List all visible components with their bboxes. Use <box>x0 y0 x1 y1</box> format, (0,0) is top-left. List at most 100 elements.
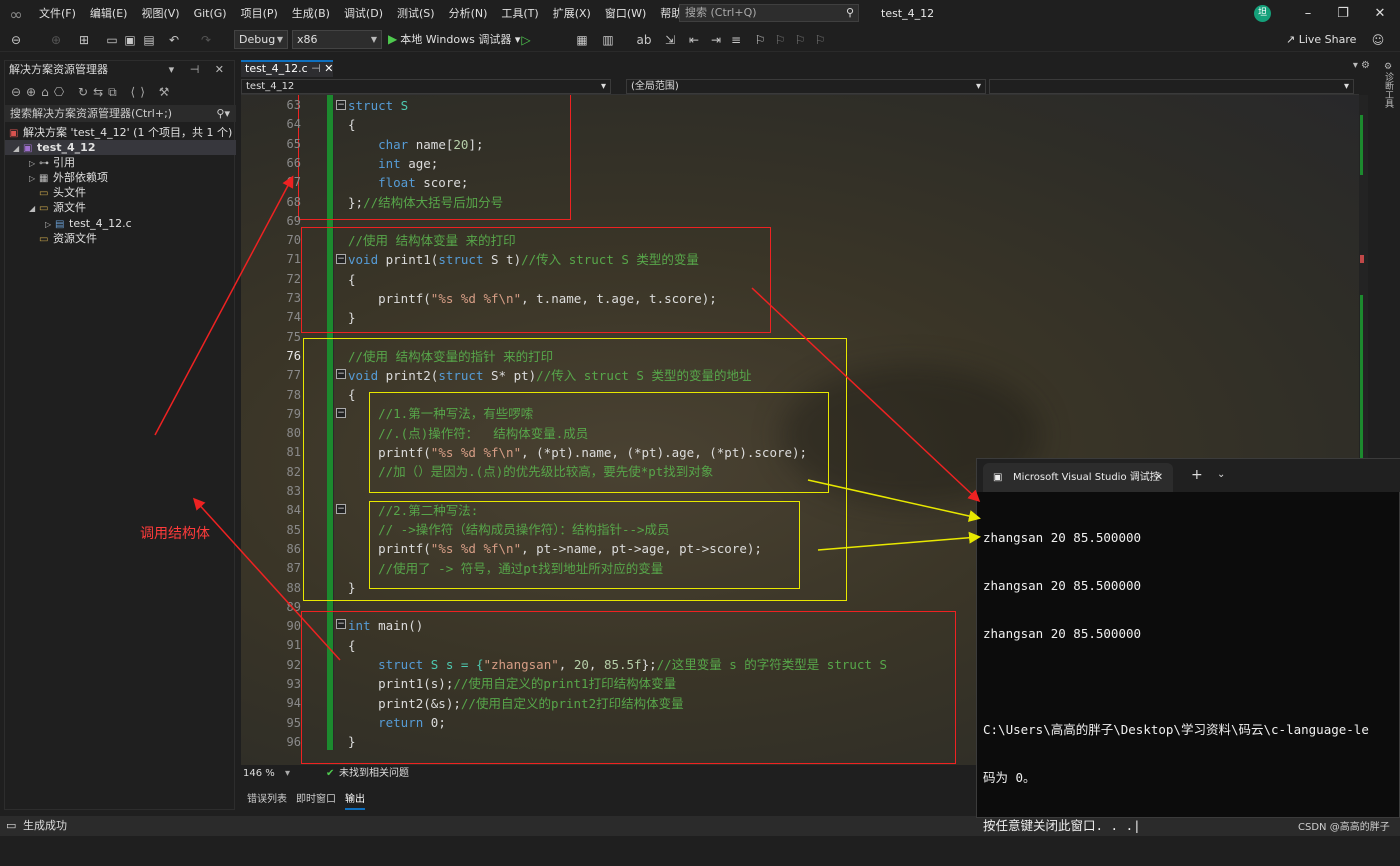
code-line-66: int age; <box>348 156 439 171</box>
start-debugging-button[interactable]: ▶ 本地 Windows 调试器 ▾ <box>388 30 520 49</box>
zoom-level[interactable]: 146 % <box>243 765 275 782</box>
step-icon[interactable]: ⇲ <box>662 32 678 48</box>
editor-status-bar: 146 % ▾ ✔ 未找到相关问题 <box>241 765 971 782</box>
save-icon[interactable]: ▣ <box>122 32 138 48</box>
undo-icon[interactable]: ↶ <box>166 32 182 48</box>
restore-icon[interactable]: ❐ <box>1323 0 1363 28</box>
diagnostic-tools-icon[interactable]: ⚙诊断工具 <box>1382 62 1395 108</box>
pin-icon[interactable]: ⊣ <box>311 62 321 75</box>
browser-icon[interactable]: ▦ <box>574 32 590 48</box>
navigate-forward-icon[interactable]: ⊕ <box>48 32 64 48</box>
nav-project: test_4_12 <box>246 81 295 92</box>
solution-explorer-search[interactable]: 搜索解决方案资源管理器(Ctrl+;) ⚲▾ <box>5 105 236 122</box>
tab-immediate-window[interactable]: 即时窗口 <box>296 790 336 810</box>
scope-dropdown[interactable]: (全局范围) ▾ <box>626 79 986 94</box>
member-dropdown[interactable]: ▾ <box>989 79 1354 94</box>
menu-analyze[interactable]: 分析(N) <box>442 0 495 28</box>
menu-build[interactable]: 生成(B) <box>285 0 337 28</box>
comment-icon[interactable]: ≡ <box>728 32 744 48</box>
tree-solution[interactable]: ▣ 解决方案 'test_4_12' (1 个项目，共 1 个) <box>5 125 236 140</box>
close-tab-icon[interactable]: ✕ <box>1155 463 1163 492</box>
menu-view[interactable]: 视图(V) <box>134 0 186 28</box>
fold-minus-icon[interactable]: − <box>336 100 346 110</box>
fold-minus-icon[interactable]: − <box>336 504 346 514</box>
debug-console-window[interactable]: ▣ Microsoft Visual Studio 调试控 ✕ + ⌄ zhan… <box>976 458 1400 833</box>
bookmark-prev-icon[interactable]: ⚐ <box>772 32 788 48</box>
tree-external-deps[interactable]: ▷ ▦ 外部依赖项 <box>5 170 236 185</box>
toolbar: ⊖ ⊕ ⊞ ▭ ▣ ▤ ↶ ↷ Debug ▼ x86 ▼ ▶ 本地 Windows … <box>0 28 1400 52</box>
menu-extensions[interactable]: 扩展(X) <box>546 0 598 28</box>
minimize-icon[interactable]: – <box>1288 0 1328 28</box>
fold-minus-icon[interactable]: − <box>336 254 346 264</box>
layout-icon[interactable]: ▥ <box>600 32 616 48</box>
tab-error-list[interactable]: 错误列表 <box>247 790 287 810</box>
tree-project[interactable]: ◢ ▣ test_4_12 <box>5 140 236 155</box>
tab-test-4-12-c[interactable]: test_4_12.c ⊣ ✕ <box>241 60 333 77</box>
status-icon: ▭ <box>6 819 17 832</box>
indent-icon[interactable]: ⇥ <box>708 32 724 48</box>
fold-minus-icon[interactable]: − <box>336 369 346 379</box>
console-tab[interactable]: ▣ Microsoft Visual Studio 调试控 ✕ <box>983 463 1173 492</box>
feedback-icon[interactable]: ☺ <box>1370 32 1386 48</box>
tab-output[interactable]: 输出 <box>345 790 365 810</box>
tree-source-files[interactable]: ◢ ▭ 源文件 <box>5 200 236 215</box>
platform-select[interactable]: x86 ▼ <box>292 30 382 49</box>
fold-minus-icon[interactable]: − <box>336 408 346 418</box>
code-line-84: //2.第二种写法: <box>348 503 479 518</box>
outdent-icon[interactable]: ⇤ <box>686 32 702 48</box>
close-window-icon[interactable]: ✕ <box>1360 0 1400 28</box>
tree-references[interactable]: ▷ ⊶ 引用 <box>5 155 236 170</box>
c-file-icon: ▤ <box>55 219 65 230</box>
tab-overflow-icon[interactable]: ▾ ⚙ <box>1353 60 1370 71</box>
code-line-81: printf("%s %d %f\n", (*pt).name, (*pt).a… <box>348 445 808 460</box>
menu-edit[interactable]: 编辑(E) <box>83 0 135 28</box>
tree-header-files[interactable]: ▭ 头文件 <box>5 185 236 200</box>
console-line: zhangsan 20 85.500000 <box>983 578 1142 593</box>
folder-icon: ▭ <box>39 203 49 214</box>
menu-tools[interactable]: 工具(T) <box>494 0 545 28</box>
save-all-icon[interactable]: ▤ <box>141 32 157 48</box>
collapsed-icon: ▷ <box>29 174 36 183</box>
new-item-icon[interactable]: ⊞ <box>76 32 92 48</box>
avatar[interactable]: 坦 <box>1254 5 1271 22</box>
solution-explorer-toolbar[interactable]: ⊖⊕⌂⎔ ↻⇆⧉ ⟨⟩ ⚒ <box>5 81 236 103</box>
tree-c-file[interactable]: ▷ ▤ test_4_12.c <box>5 216 236 231</box>
bookmark-icon[interactable]: ⚐ <box>752 32 768 48</box>
pin-close-icon[interactable]: ▾ ⊣ ✕ <box>169 61 230 79</box>
code-line-85: // ->操作符（结构成员操作符）：结构指针-->成员 <box>348 522 670 537</box>
console-line: zhangsan 20 85.500000 <box>983 626 1142 641</box>
tree-label: 引用 <box>53 156 75 169</box>
spellcheck-icon[interactable]: ab <box>636 32 652 48</box>
menu-file[interactable]: 文件(F) <box>32 0 83 28</box>
menu-project[interactable]: 项目(P) <box>234 0 285 28</box>
configuration-select[interactable]: Debug ▼ <box>234 30 288 49</box>
navigation-bar: test_4_12 ▾ (全局范围) ▾ ▾ <box>241 78 1359 95</box>
bookmark-next-icon[interactable]: ⚐ <box>792 32 808 48</box>
collapsed-icon: ▷ <box>45 220 52 229</box>
open-folder-icon[interactable]: ▭ <box>104 32 120 48</box>
menu-test[interactable]: 测试(S) <box>390 0 442 28</box>
visual-studio-logo-icon[interactable]: ∞ <box>0 0 32 28</box>
tree-resource-files[interactable]: ▭ 资源文件 <box>5 231 236 246</box>
chevron-down-icon[interactable]: ▾ <box>285 765 290 782</box>
project-dropdown[interactable]: test_4_12 ▾ <box>241 79 611 94</box>
live-share-button[interactable]: ↗ Live Share <box>1286 30 1356 50</box>
search-icon: ⚲ <box>845 6 854 19</box>
menu-window[interactable]: 窗口(W) <box>598 0 653 28</box>
redo-icon[interactable]: ↷ <box>198 32 214 48</box>
configuration-value: Debug <box>239 33 276 46</box>
bookmark-clear-icon[interactable]: ⚐ <box>812 32 828 48</box>
close-tab-icon[interactable]: ✕ <box>324 62 333 75</box>
fold-minus-icon[interactable]: − <box>336 619 346 629</box>
chevron-down-icon[interactable]: ⌄ <box>1217 469 1225 480</box>
line-number: 88 <box>286 580 301 595</box>
menu-debug[interactable]: 调试(D) <box>337 0 390 28</box>
navigate-back-icon[interactable]: ⊖ <box>8 32 24 48</box>
line-number: 70 <box>286 233 301 248</box>
line-number: 71 <box>286 252 301 267</box>
issues-status[interactable]: 未找到相关问题 <box>339 765 409 782</box>
menu-git[interactable]: Git(G) <box>187 0 234 28</box>
new-tab-icon[interactable]: + <box>1191 467 1203 483</box>
start-without-debug-icon[interactable]: ▷ <box>518 32 534 48</box>
search-input[interactable]: 搜索 (Ctrl+Q) ⚲ <box>679 4 859 22</box>
